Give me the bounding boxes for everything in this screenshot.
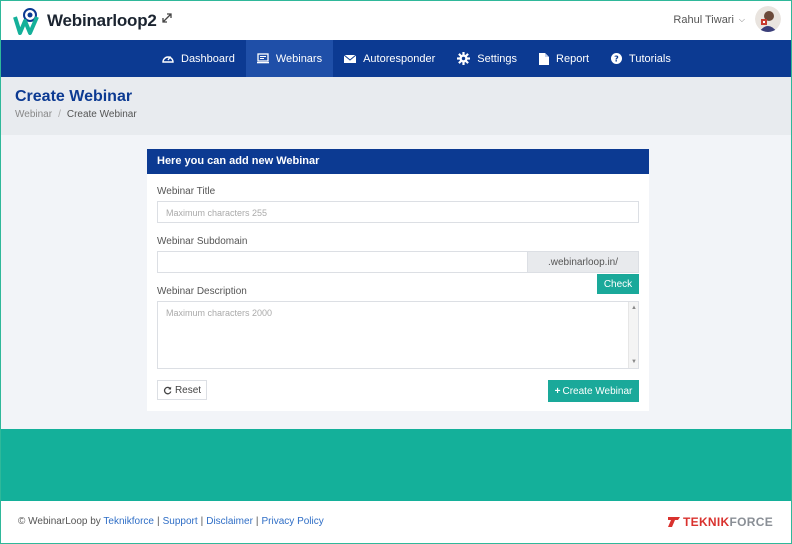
nav-item-label: Report <box>556 52 590 65</box>
main-navbar: Dashboard Webinars Autoresponder Setting… <box>1 40 791 77</box>
check-subdomain-button[interactable]: Check <box>597 274 639 294</box>
main-content: Here you can add new Webinar Webinar Tit… <box>1 135 791 429</box>
expand-icon[interactable] <box>161 12 173 24</box>
envelope-icon <box>344 54 357 63</box>
nav-item-label: Settings <box>477 52 518 65</box>
footer: © WebinarLoop by Teknikforce | Support | Dis… <box>1 501 791 543</box>
disclaimer-link[interactable]: Disclaimer <box>206 516 253 527</box>
privacy-policy-link[interactable]: Privacy Policy <box>262 516 324 527</box>
refresh-icon <box>163 386 172 394</box>
nav-item-autoresponder[interactable]: Autoresponder <box>333 40 446 77</box>
svg-text:?: ? <box>614 54 619 63</box>
webinarloop-logo-icon <box>13 7 41 35</box>
scroll-up-icon[interactable]: ▲ <box>631 305 637 311</box>
question-circle-icon: ? <box>611 53 623 64</box>
brand-force: FORCE <box>729 515 773 529</box>
page-header: Create Webinar Webinar / Create Webinar <box>1 77 791 135</box>
webinar-subdomain-label: Webinar Subdomain <box>157 236 248 247</box>
main-nav: Dashboard Webinars Autoresponder Setting… <box>151 40 682 77</box>
dashboard-icon <box>162 56 174 63</box>
create-webinar-button[interactable]: + Create Webinar <box>548 380 639 402</box>
nav-item-label: Webinars <box>275 52 323 65</box>
footer-separator: | <box>200 516 204 527</box>
support-link[interactable]: Support <box>163 516 198 527</box>
nav-item-label: Tutorials <box>629 52 671 65</box>
reset-label: Reset <box>174 384 202 396</box>
plus-icon: + <box>554 385 561 397</box>
breadcrumb-webinar-link[interactable]: Webinar <box>15 109 52 120</box>
nav-item-settings[interactable]: Settings <box>446 40 528 77</box>
page-title: Create Webinar <box>15 88 133 105</box>
footer-band <box>1 429 791 501</box>
top-bar: Webinarloop2 Rahul Tiwari ⌵ <box>1 1 791 40</box>
gear-icon <box>457 52 471 65</box>
file-icon <box>539 52 550 65</box>
subdomain-suffix: .webinarloop.in/ <box>527 251 639 273</box>
breadcrumb: Webinar / Create Webinar <box>15 109 137 120</box>
nav-item-webinars[interactable]: Webinars <box>245 40 334 77</box>
app-logo[interactable]: Webinarloop2 <box>13 7 157 35</box>
create-webinar-form: Here you can add new Webinar Webinar Tit… <box>147 149 649 411</box>
teknikforce-link[interactable]: Teknikforce <box>103 516 154 527</box>
nav-item-tutorials[interactable]: ? Tutorials <box>600 40 682 77</box>
avatar[interactable] <box>755 6 781 32</box>
webinar-title-label: Webinar Title <box>157 186 216 197</box>
nav-item-label: Autoresponder <box>363 52 436 65</box>
reset-button[interactable]: Reset <box>157 380 207 400</box>
create-webinar-label: Create Webinar <box>562 385 633 397</box>
app-name: Webinarloop2 <box>47 11 157 30</box>
footer-separator: | <box>255 516 259 527</box>
nav-item-dashboard[interactable]: Dashboard <box>151 40 246 77</box>
brand-teknik: TEKNIK <box>683 515 730 529</box>
webinar-title-input[interactable]: Maximum characters 255 <box>157 201 639 223</box>
nav-item-label: Dashboard <box>181 52 235 65</box>
scroll-down-icon[interactable]: ▼ <box>631 359 637 365</box>
webinar-description-textarea[interactable]: Maximum characters 2000 ▲ ▼ <box>157 301 639 369</box>
user-menu[interactable]: Rahul Tiwari ⌵ <box>673 14 745 26</box>
teknikforce-logo[interactable]: TEKNIK FORCE <box>668 515 773 529</box>
breadcrumb-current: Create Webinar <box>66 109 137 120</box>
user-name: Rahul Tiwari <box>673 14 734 26</box>
form-header: Here you can add new Webinar <box>147 149 649 174</box>
nav-item-report[interactable]: Report <box>528 40 600 77</box>
breadcrumb-separator: / <box>58 109 61 120</box>
monitor-icon <box>256 53 269 64</box>
footer-separator: | <box>156 516 160 527</box>
copyright-text: © WebinarLoop by <box>18 516 101 527</box>
webinar-subdomain-input[interactable] <box>157 251 528 273</box>
textarea-scrollbar[interactable]: ▲ ▼ <box>628 302 638 368</box>
footer-text: © WebinarLoop by Teknikforce | Support | Dis… <box>18 516 324 527</box>
teknikforce-mark-icon <box>668 517 681 527</box>
chevron-down-icon: ⌵ <box>738 15 745 24</box>
description-placeholder: Maximum characters 2000 <box>166 308 273 318</box>
webinar-description-label: Webinar Description <box>157 286 247 297</box>
